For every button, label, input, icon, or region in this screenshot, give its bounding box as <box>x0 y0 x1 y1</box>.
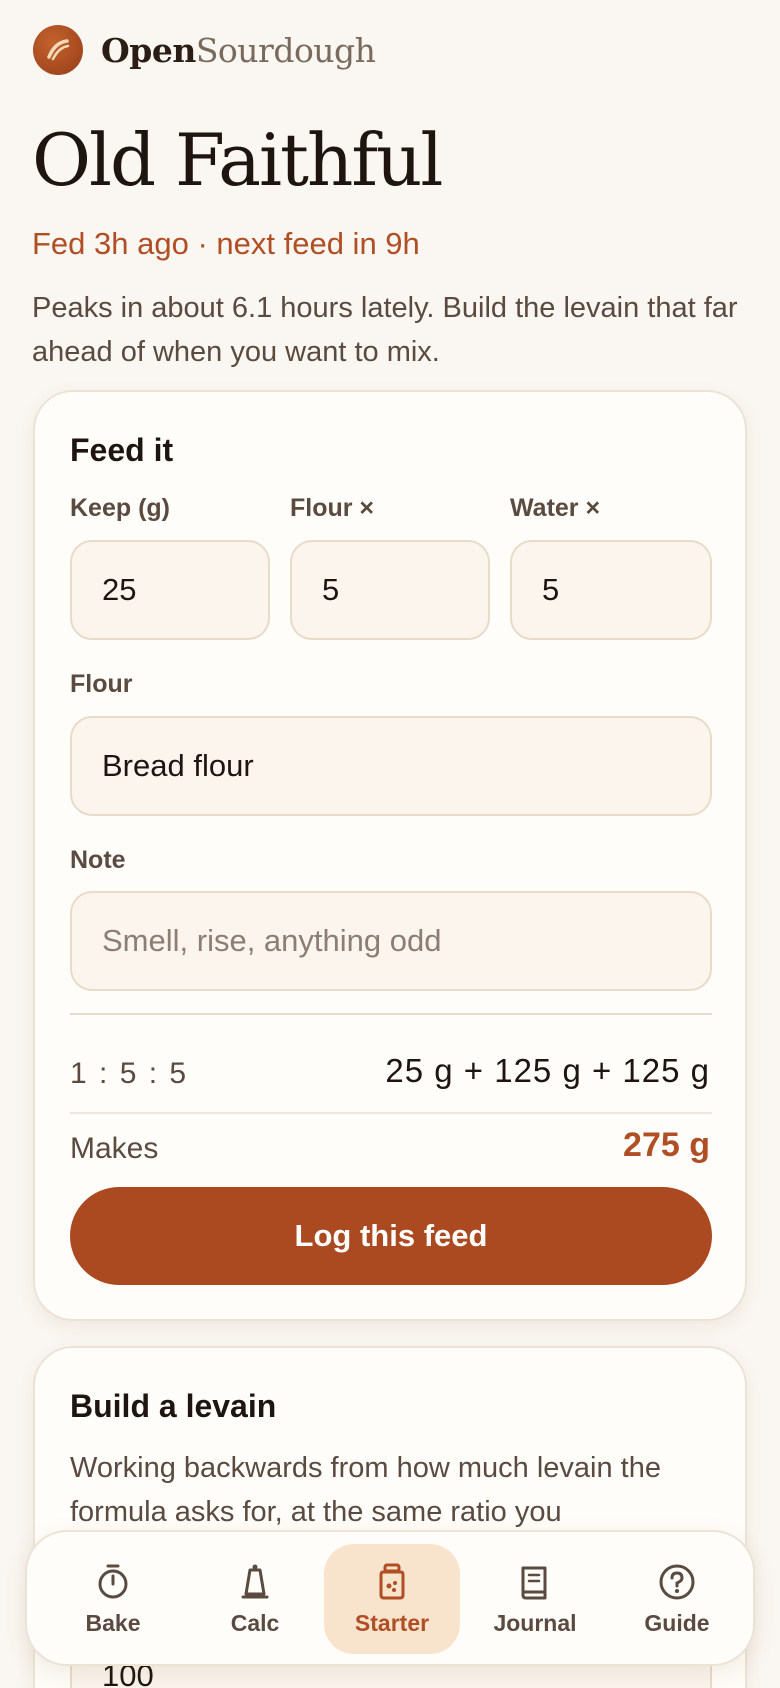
tab-label: Calc <box>230 1609 280 1636</box>
book-icon <box>521 1566 547 1599</box>
water-ratio-input[interactable]: 5 <box>510 540 712 640</box>
jar-icon <box>379 1563 405 1599</box>
flour-type-label: Flour <box>70 670 133 698</box>
tab-label: Starter <box>354 1609 430 1636</box>
timer-icon <box>98 1564 128 1598</box>
help-icon <box>659 1564 695 1599</box>
note-input[interactable]: Smell, rise, anything odd <box>70 891 712 991</box>
flour-ratio-input[interactable]: 5 <box>290 540 490 640</box>
note-label: Note <box>70 846 126 874</box>
feed-ratio: 1 : 5 : 5 <box>70 1057 189 1090</box>
tab-guide[interactable]: Guide <box>609 1544 745 1654</box>
keep-input[interactable]: 25 <box>70 540 270 640</box>
feed-status: Fed 3h ago · next feed in 9h <box>32 226 420 261</box>
levain-card-title: Build a levain <box>70 1388 277 1424</box>
tab-starter[interactable]: Starter <box>324 1544 460 1654</box>
tab-bake[interactable]: Bake <box>45 1544 181 1654</box>
divider <box>70 1013 712 1015</box>
tab-calc[interactable]: Calc <box>187 1544 323 1654</box>
tab-label: Guide <box>644 1609 710 1636</box>
divider <box>70 1112 712 1114</box>
feed-amounts: 25 g + 125 g + 125 g <box>385 1052 710 1089</box>
feed-card-title: Feed it <box>70 432 174 468</box>
tab-label: Journal <box>493 1609 577 1636</box>
log-feed-button[interactable]: Log this feed <box>70 1187 712 1285</box>
brand-name-sourdough: Sourdough <box>195 30 376 70</box>
flour-ratio-label: Flour × <box>290 494 375 522</box>
scale-icon <box>241 1564 269 1598</box>
levain-description: Working backwards from how much levain t… <box>70 1452 661 1528</box>
tab-journal[interactable]: Journal <box>467 1544 603 1654</box>
flour-type-input[interactable]: Bread flour <box>70 716 712 816</box>
app-header: OpenSourdough <box>33 24 376 76</box>
feed-card: Feed it Keep (g) Flour × Water × 25 5 5 … <box>33 390 747 1321</box>
page-title: Old Faithful <box>32 118 443 202</box>
brand-name-open: Open <box>101 30 196 70</box>
brand-name[interactable]: OpenSourdough <box>101 30 376 70</box>
makes-value: 275 g <box>623 1126 710 1164</box>
bread-loaf-icon <box>33 25 83 75</box>
starter-description: Peaks in about 6.1 hours lately. Build t… <box>32 292 738 368</box>
keep-label: Keep (g) <box>70 494 170 522</box>
tab-label: Bake <box>85 1609 141 1636</box>
water-ratio-label: Water × <box>510 494 601 522</box>
bottom-tab-bar: Bake Calc Starter Journal Guide <box>25 1530 755 1666</box>
makes-label: Makes <box>70 1132 159 1165</box>
